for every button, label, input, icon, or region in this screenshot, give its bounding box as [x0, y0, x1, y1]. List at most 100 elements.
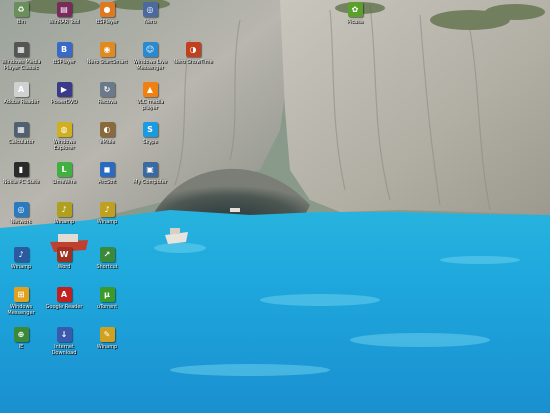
desktop-icon-label: Calculator: [8, 139, 34, 145]
desktop-icon-label: Winamp: [96, 219, 118, 225]
desktop-icon-label: Nero ShowTime: [173, 59, 213, 65]
desktop-icon-label: Windows Explorer: [52, 139, 76, 151]
desktop-icon[interactable]: ⊕ IE: [0, 325, 42, 365]
desktop-icon-label: Google Reader: [45, 304, 83, 310]
desktop-icon-label: Nero: [144, 19, 156, 25]
desktop-icon-label: Adobe Reader: [3, 99, 39, 105]
word-icon: W: [56, 247, 72, 262]
desktop-icon[interactable]: ◎ Network: [0, 200, 42, 240]
desktop-icon-label: Windows Messenger: [7, 304, 35, 316]
desktop-icon-label: BSPlayer: [52, 59, 76, 65]
utorrent-icon: µ: [99, 287, 115, 302]
desktop-icon-label: Recuva: [97, 99, 117, 105]
reader-icon: A: [56, 287, 72, 302]
desktop-icon-label: PowerDVD: [50, 99, 78, 105]
desktop-icon[interactable]: ◎ Nero: [129, 0, 171, 40]
nero-startsmart-icon: ◉: [99, 42, 115, 57]
desktop-icon-label: Internet Download Manager: [51, 344, 77, 356]
pencil-icon: ✎: [99, 327, 115, 342]
vlc-cone-icon: ▲: [142, 82, 158, 97]
calculator-icon: ▦: [13, 122, 29, 137]
desktop-icon-label: Nero StartSmart: [86, 59, 128, 65]
desktop-icon[interactable]: B BSPlayer: [43, 40, 85, 80]
desktop-icon-label: Windows Media Player Classic: [1, 59, 41, 71]
adobe-reader-icon: A: [13, 82, 29, 97]
desktop-icon-label: Winamp: [53, 219, 75, 225]
desktop-icon-label: LimeWire: [52, 179, 76, 185]
desktop-icon-label: Shortcut: [96, 264, 118, 270]
desktop-icon[interactable]: ◼ ArcSoft: [86, 160, 128, 200]
desktop-icon[interactable]: ▤ WinRAR Tool: [43, 0, 85, 40]
desktop-icon[interactable]: ▣ My Computer: [129, 160, 171, 200]
desktop-icon[interactable]: ◉ Nero StartSmart: [86, 40, 128, 80]
desktop-icon-label: ArcSoft: [98, 179, 116, 185]
desktop-icon[interactable]: ⊞ Windows Messenger: [0, 285, 42, 325]
desktop-icon[interactable]: µ uTorrent: [86, 285, 128, 325]
desktop-icon[interactable]: ↗ Shortcut: [86, 245, 128, 285]
desktop-icon-label: Network: [10, 219, 32, 225]
network-places-icon: ⊕: [13, 327, 29, 342]
arcsoft-icon: ◼: [99, 162, 115, 177]
desktop-icon[interactable]: ◐ eMule: [86, 120, 128, 160]
desktop-icon-label: VLC media player: [136, 99, 164, 111]
desktop-icon[interactable]: A Google Reader: [43, 285, 85, 325]
winamp-icon: ♪: [99, 202, 115, 217]
desktop-icon-label: Nokia PC Suite: [2, 179, 40, 185]
desktop-icon-label: Bin: [17, 19, 25, 25]
desktop-icon[interactable]: A Adobe Reader: [0, 80, 42, 120]
desktop-icon-label: My Computer: [133, 179, 167, 185]
desktop-icon-label: eMule: [99, 139, 115, 145]
emule-icon: ◐: [99, 122, 115, 137]
media-player-icon: ●: [99, 2, 115, 17]
desktop-icon[interactable]: L LimeWire: [43, 160, 85, 200]
desktop-icon[interactable]: ◑ Nero ShowTime: [172, 40, 214, 80]
winamp-icon: ♪: [13, 247, 29, 262]
network-icon: ◎: [13, 202, 29, 217]
explorer-icon: ◍: [56, 122, 72, 137]
desktop-icon[interactable]: ● BSPlayer: [86, 0, 128, 40]
desktop-icon-label: Word: [57, 264, 71, 270]
bs-player-icon: B: [56, 42, 72, 57]
desktop-icon[interactable]: ☺ Windows Live Messenger: [129, 40, 171, 80]
limewire-icon: L: [56, 162, 72, 177]
desktop-icon[interactable]: S Skype: [129, 120, 171, 160]
recycle-bin-icon: ♻: [13, 2, 29, 17]
desktop-icon-label: IE: [18, 344, 24, 350]
desktop-icon-label: Windows Live Messenger: [132, 59, 168, 71]
desktop-icon-label: BSPlayer: [95, 19, 119, 25]
desktop-icon-label: Winamp: [96, 344, 118, 350]
desktop-icon-label: uTorrent: [96, 304, 118, 310]
showtime-icon: ◑: [185, 42, 201, 57]
desktop-icon[interactable]: ▮ Nokia PC Suite: [0, 160, 42, 200]
desktop-icon[interactable]: ▲ VLC media player: [129, 80, 171, 120]
desktop-icon[interactable]: ▦ Windows Media Player Classic: [0, 40, 42, 80]
winamp-icon: ♪: [56, 202, 72, 217]
desktop-icon[interactable]: ↓ Internet Download Manager: [43, 325, 85, 365]
picasa-icon: ✿: [347, 2, 363, 17]
desktop-icon[interactable]: ▶ PowerDVD: [43, 80, 85, 120]
desktop-icon-label: Skype: [142, 139, 158, 145]
desktop-icon-label: Picasa: [347, 19, 363, 25]
skype-icon: S: [142, 122, 158, 137]
desktop-icon[interactable]: ♻ Bin: [0, 0, 42, 40]
desktop-icon[interactable]: ↻ Recuva: [86, 80, 128, 120]
winrar-icon: ▤: [56, 2, 72, 17]
desktop-icon[interactable]: ✎ Winamp: [86, 325, 128, 365]
desktop-icon[interactable]: W Word: [43, 245, 85, 285]
nero-icon: ◎: [142, 2, 158, 17]
desktop-icon-label: Winamp: [10, 264, 32, 270]
desktop-icon[interactable]: ♪ Winamp: [43, 200, 85, 240]
download-icon: ↓: [56, 327, 72, 342]
desktop-icon[interactable]: ♪ Winamp: [0, 245, 42, 285]
desktop-icon[interactable]: ✿ Picasa: [334, 0, 376, 40]
windows-icon: ⊞: [13, 287, 29, 302]
desktop-icon[interactable]: ♪ Winamp: [86, 200, 128, 240]
desktop-icon-label: WinRAR Tool: [48, 19, 80, 25]
desktop-icon[interactable]: ◍ Windows Explorer: [43, 120, 85, 160]
desktop-icon[interactable]: ▦ Calculator: [0, 120, 42, 160]
film-icon: ▦: [13, 42, 29, 57]
recuva-icon: ↻: [99, 82, 115, 97]
phone-icon: ▮: [13, 162, 29, 177]
messenger-icon: ☺: [142, 42, 158, 57]
shortcut-icon: ↗: [99, 247, 115, 262]
